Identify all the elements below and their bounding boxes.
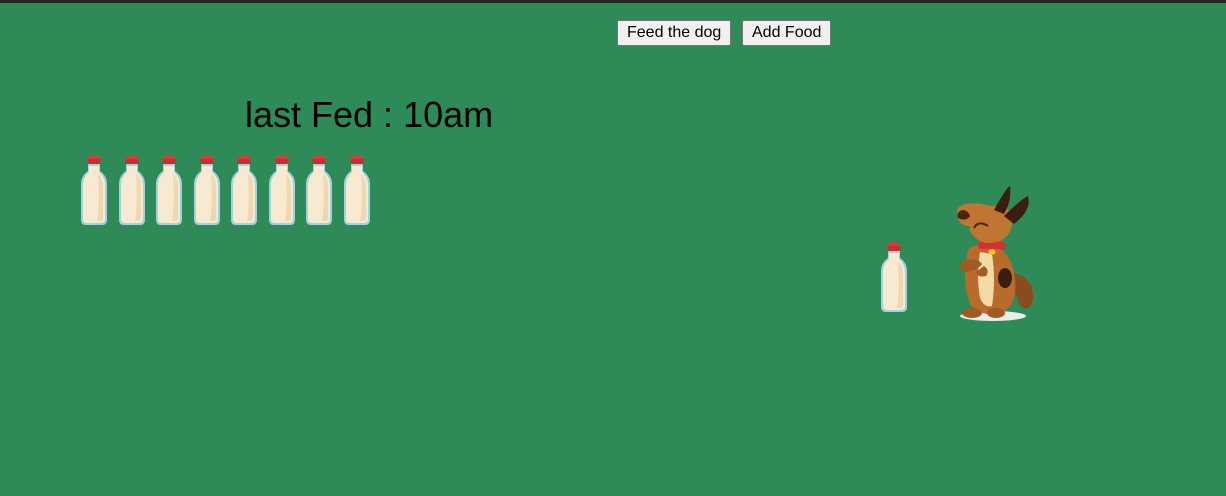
milk-bottle-icon: [156, 155, 182, 225]
window-top-border: [0, 0, 1226, 3]
milk-bottle-icon: [881, 242, 907, 312]
add-food-button[interactable]: Add Food: [742, 20, 832, 46]
milk-bottle-stock: [79, 154, 379, 226]
milk-bottle-icon: [231, 155, 257, 225]
milk-bottle-icon: [268, 155, 295, 225]
dog-icon: [957, 186, 1034, 321]
milk-bottle-icon: [193, 155, 220, 225]
milk-bottle-icon: [343, 155, 370, 225]
last-fed-label: last Fed : 10am: [245, 94, 494, 135]
milk-bottle-icon: [118, 155, 145, 225]
feed-dog-button[interactable]: Feed the dog: [617, 20, 732, 46]
milk-bottle-icon: [81, 155, 107, 225]
milk-bottle-icon: [306, 155, 332, 225]
